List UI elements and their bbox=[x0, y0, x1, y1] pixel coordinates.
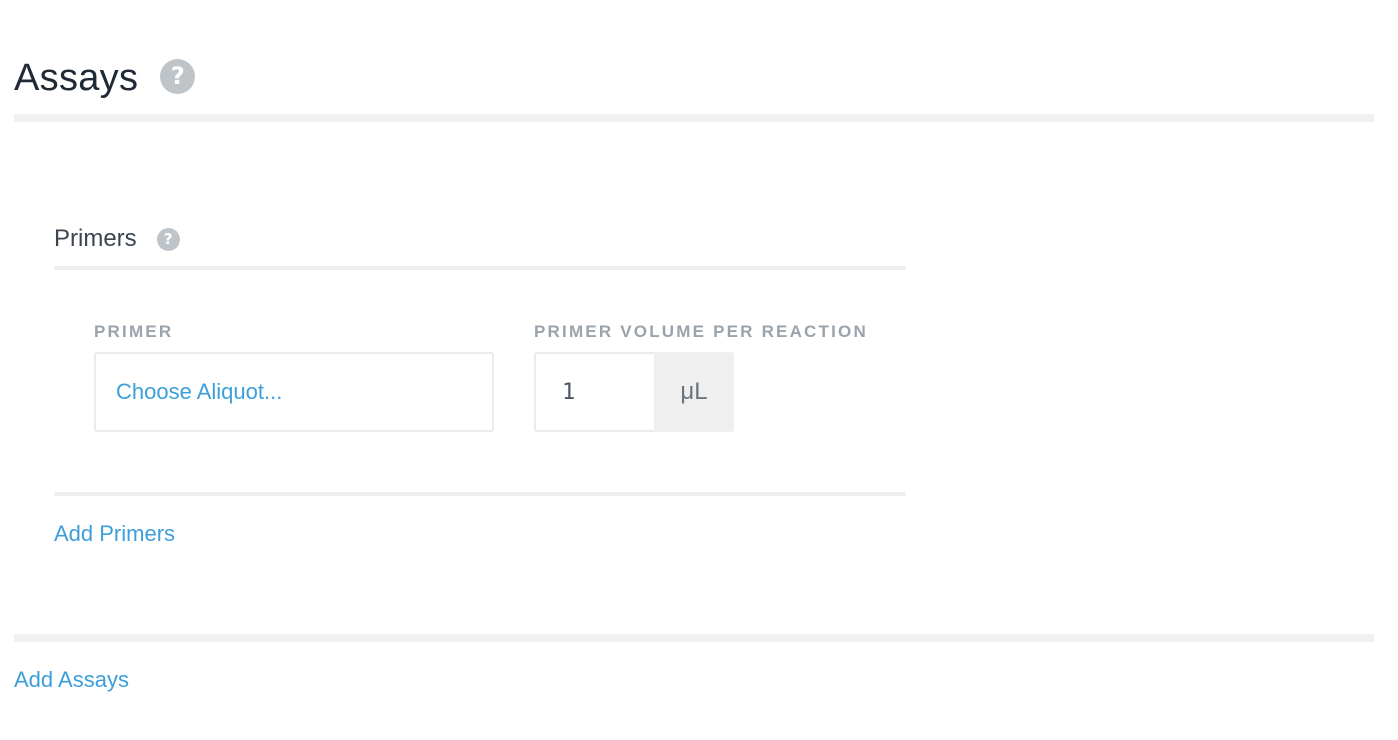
primers-title: Primers bbox=[54, 225, 137, 252]
choose-aliquot-select[interactable]: Choose Aliquot... bbox=[94, 352, 494, 432]
primer-field-label: PRIMER bbox=[94, 322, 174, 341]
volume-unit-addon: μL bbox=[654, 352, 734, 432]
primer-volume-field-label: PRIMER VOLUME PER REACTION bbox=[534, 322, 868, 341]
primers-help-icon[interactable]: ? bbox=[156, 227, 180, 251]
assays-header: Assays ? bbox=[14, 50, 196, 106]
choose-aliquot-placeholder: Choose Aliquot... bbox=[116, 379, 283, 404]
primer-volume-group: μL bbox=[534, 352, 734, 432]
primers-header: Primers ? bbox=[54, 222, 180, 256]
assays-divider-top bbox=[14, 114, 1374, 122]
add-primers-link[interactable]: Add Primers bbox=[54, 521, 175, 547]
add-assays-link[interactable]: Add Assays bbox=[14, 667, 129, 693]
primers-divider-bottom bbox=[54, 492, 906, 496]
assays-help-icon[interactable]: ? bbox=[160, 58, 196, 94]
assays-divider-bottom bbox=[14, 634, 1374, 642]
primer-volume-input[interactable] bbox=[534, 352, 654, 432]
primers-divider-top bbox=[54, 266, 906, 270]
assays-title: Assays bbox=[14, 56, 139, 99]
assays-page: Assays ? Primers ? PRIMER PRIMER VOLUME … bbox=[0, 0, 1398, 740]
